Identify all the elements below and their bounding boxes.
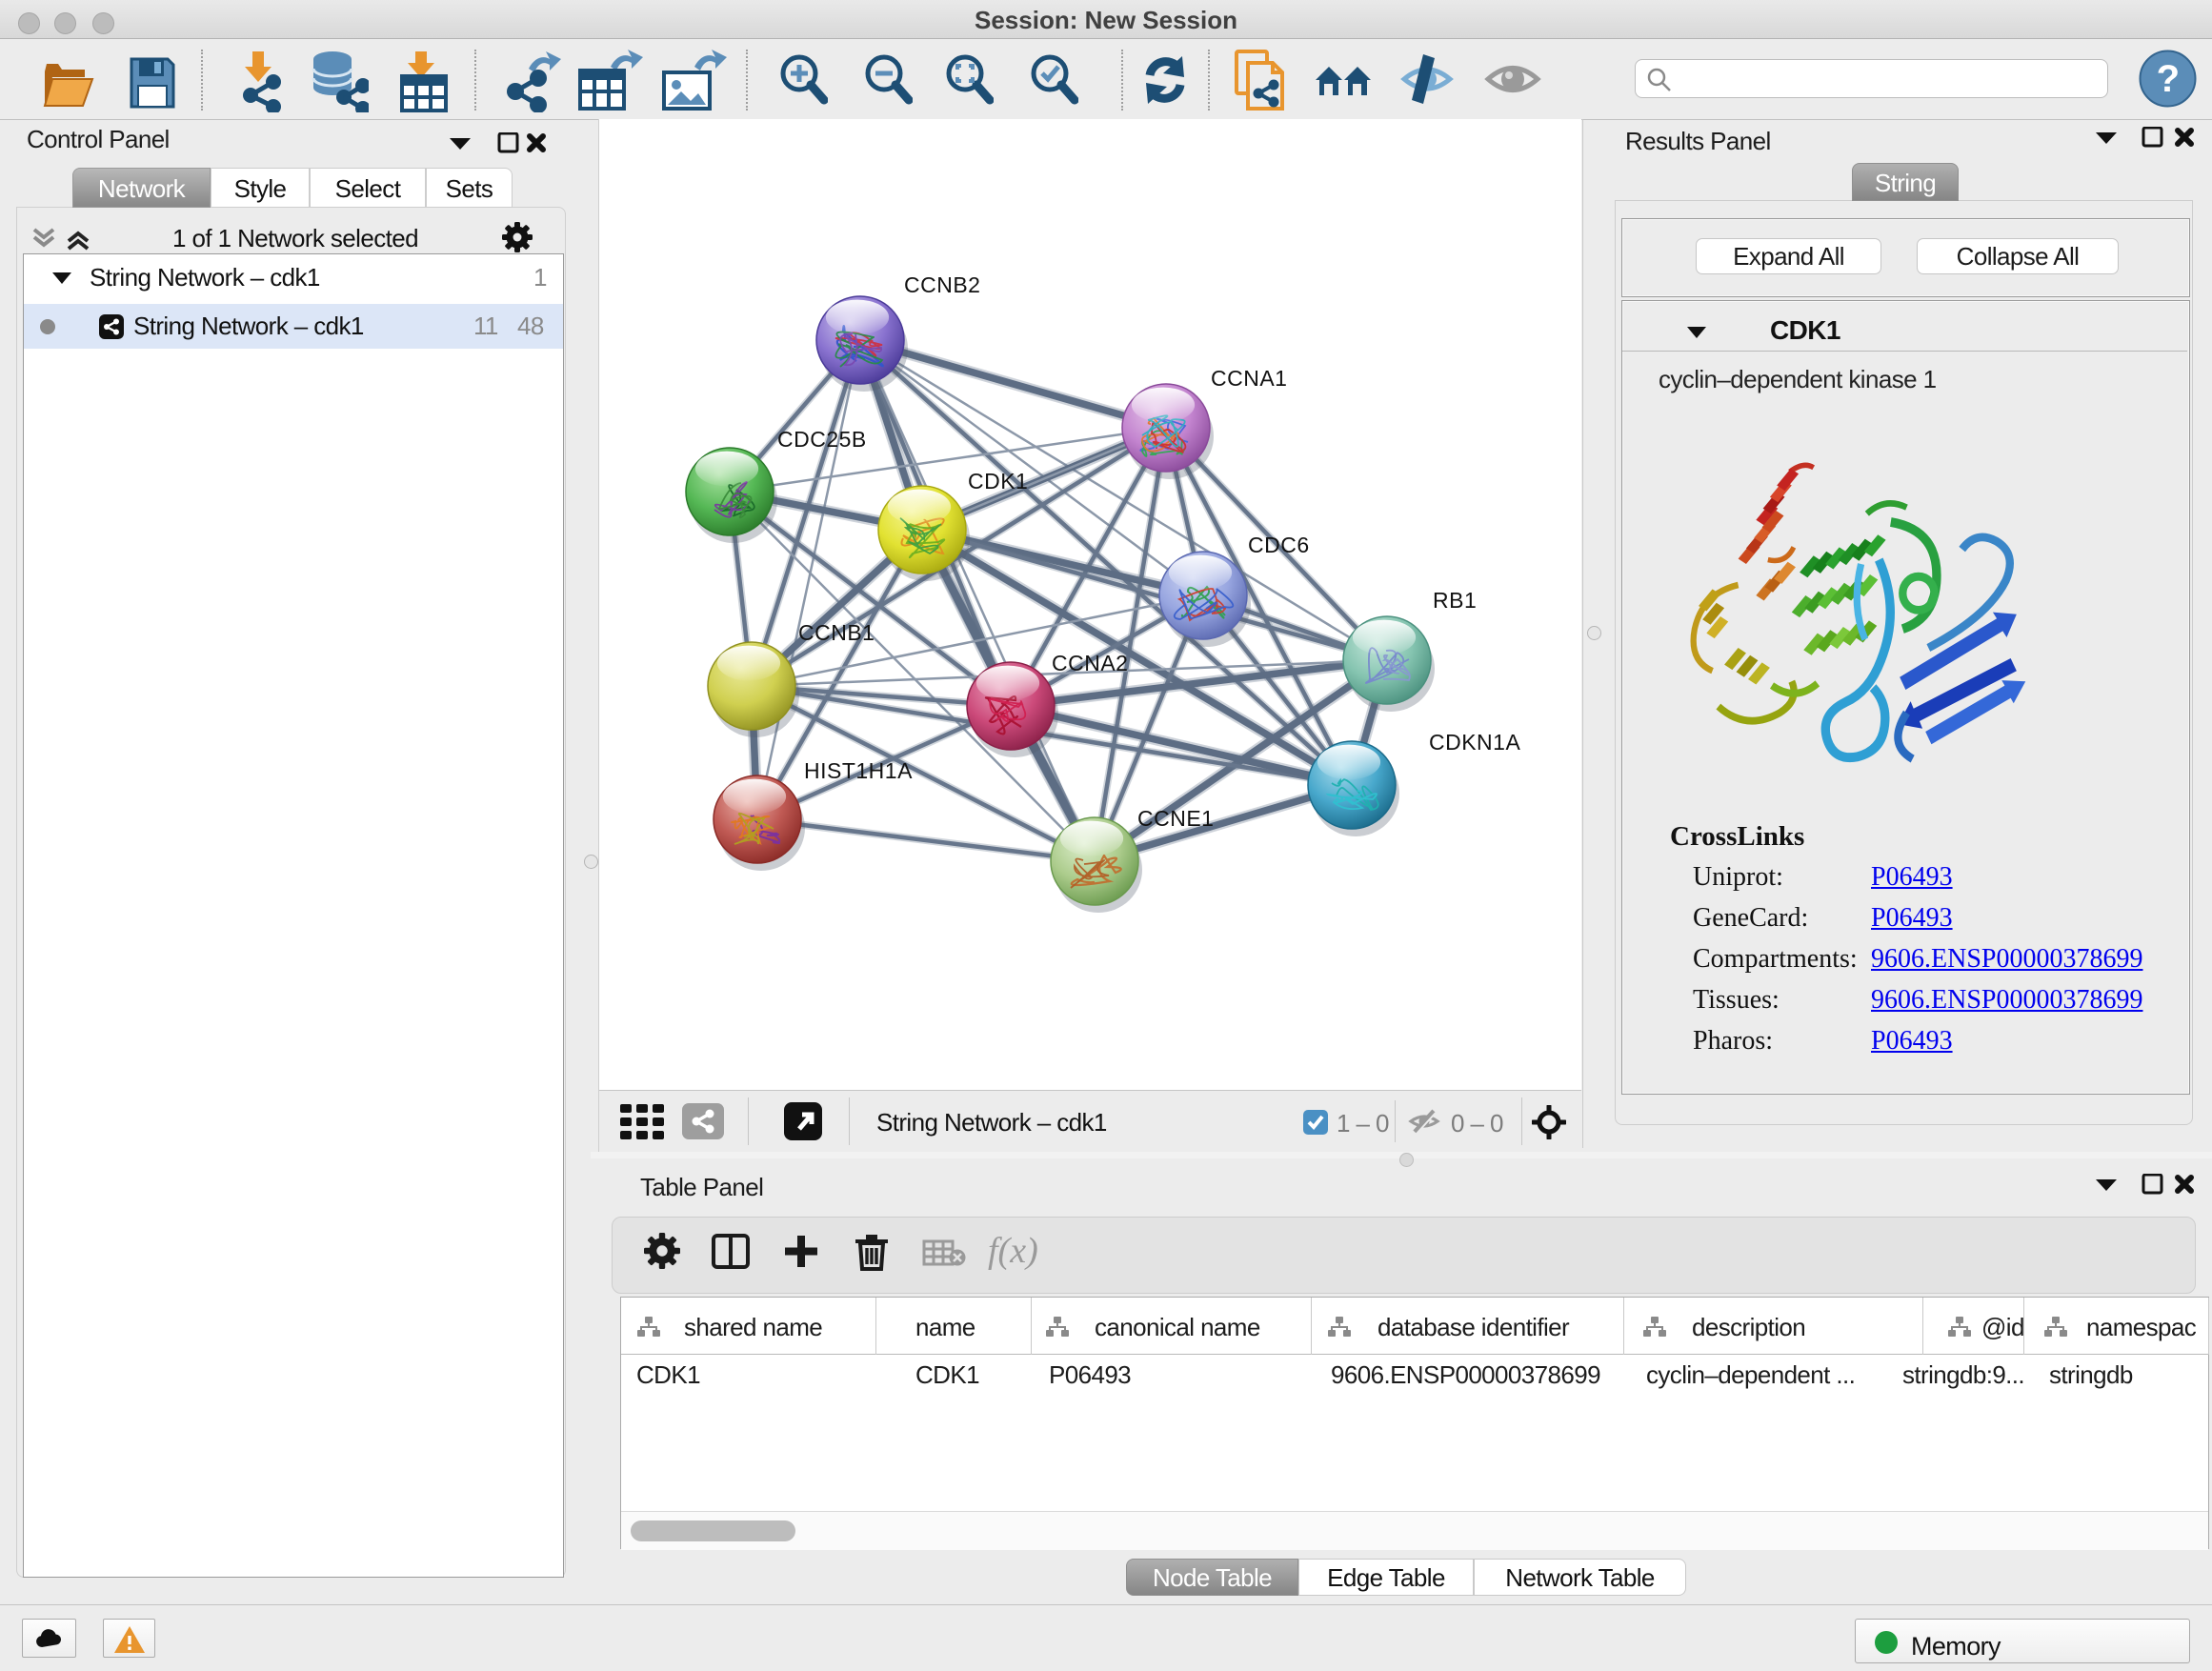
svg-text:CCNE1: CCNE1 — [1137, 806, 1214, 831]
svg-text:CDKN1A: CDKN1A — [1429, 730, 1520, 755]
svg-text:CDC6: CDC6 — [1248, 533, 1310, 557]
svg-text:CCNB2: CCNB2 — [904, 272, 980, 297]
svg-text:CDK1: CDK1 — [968, 469, 1028, 493]
svg-text:RB1: RB1 — [1433, 588, 1477, 613]
svg-text:CCNA1: CCNA1 — [1211, 366, 1287, 391]
svg-text:CCNB1: CCNB1 — [798, 620, 875, 645]
svg-text:?: ? — [2157, 58, 2180, 100]
svg-text:CCNA2: CCNA2 — [1052, 651, 1128, 675]
svg-text:CDC25B: CDC25B — [777, 427, 867, 452]
svg-text:HIST1H1A: HIST1H1A — [804, 758, 913, 783]
